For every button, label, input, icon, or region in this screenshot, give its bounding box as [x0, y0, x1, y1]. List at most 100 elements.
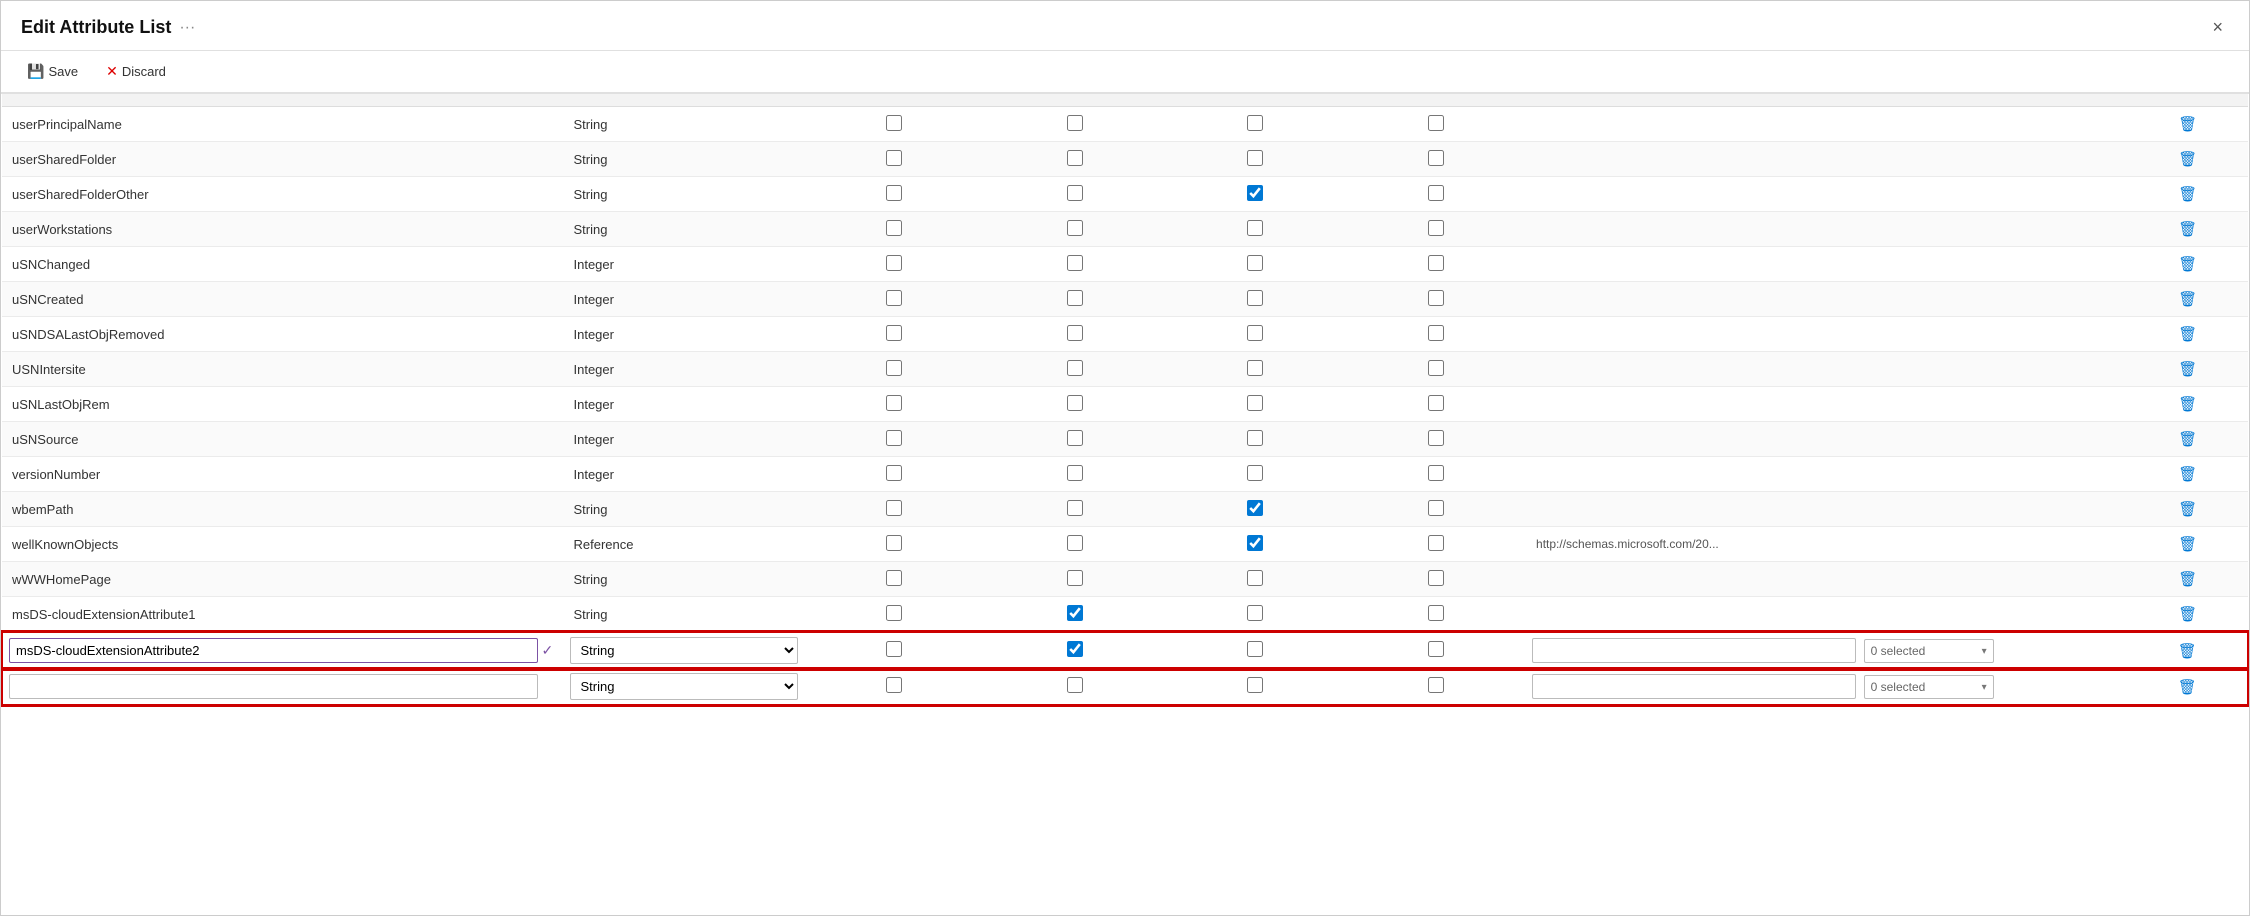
checkbox-col4[interactable]: [1428, 430, 1444, 446]
row-cb2[interactable]: [985, 457, 1165, 492]
ref-input[interactable]: [1532, 674, 1856, 699]
checkbox-col2[interactable]: [1067, 465, 1083, 481]
row-cb4[interactable]: [1346, 597, 1526, 633]
row-cb2[interactable]: [985, 597, 1165, 633]
delete-button[interactable]: 🗑: [2173, 183, 2202, 205]
checkbox-col4[interactable]: [1428, 500, 1444, 516]
checkbox-col3[interactable]: [1247, 570, 1263, 586]
edit-row-name-cell[interactable]: [2, 669, 564, 706]
row-cb3[interactable]: [1165, 527, 1345, 562]
checkbox-col4[interactable]: [1428, 465, 1444, 481]
row-cb2[interactable]: [985, 562, 1165, 597]
checkbox-col2[interactable]: [1067, 185, 1083, 201]
checkbox-col1[interactable]: [886, 430, 902, 446]
checkbox-col4[interactable]: [1428, 605, 1444, 621]
edit-delete-button[interactable]: 🗑: [2173, 640, 2202, 662]
checkbox-col1[interactable]: [886, 465, 902, 481]
row-cb2[interactable]: [985, 317, 1165, 352]
row-cb3[interactable]: [1165, 457, 1345, 492]
checkbox-col4[interactable]: [1428, 220, 1444, 236]
delete-button[interactable]: 🗑: [2173, 288, 2202, 310]
delete-button[interactable]: 🗑: [2173, 603, 2202, 625]
row-cb3[interactable]: [1165, 562, 1345, 597]
edit-row-cb1[interactable]: [804, 669, 984, 706]
row-cb1[interactable]: [804, 457, 984, 492]
delete-button[interactable]: 🗑: [2173, 428, 2202, 450]
checkbox-col4[interactable]: [1428, 150, 1444, 166]
edit-checkbox-col1[interactable]: [886, 641, 902, 657]
checkbox-col3[interactable]: [1247, 255, 1263, 271]
row-cb2[interactable]: [985, 177, 1165, 212]
checkbox-col2[interactable]: [1067, 500, 1083, 516]
checkbox-col1[interactable]: [886, 290, 902, 306]
checkbox-col3[interactable]: [1247, 430, 1263, 446]
save-button[interactable]: 💾 Save: [21, 59, 84, 84]
row-cb2[interactable]: [985, 142, 1165, 177]
edit-checkbox-col2[interactable]: [1067, 677, 1083, 693]
checkbox-col2[interactable]: [1067, 360, 1083, 376]
row-cb2[interactable]: [985, 247, 1165, 282]
edit-row-cb4[interactable]: [1346, 669, 1526, 706]
row-cb4[interactable]: [1346, 142, 1526, 177]
attribute-name-input[interactable]: [9, 674, 538, 699]
checkbox-col3[interactable]: [1247, 115, 1263, 131]
row-cb2[interactable]: [985, 387, 1165, 422]
row-cb3[interactable]: [1165, 107, 1345, 142]
row-cb1[interactable]: [804, 247, 984, 282]
edit-checkbox-col2[interactable]: [1067, 641, 1083, 657]
edit-checkbox-col3[interactable]: [1247, 641, 1263, 657]
row-cb4[interactable]: [1346, 212, 1526, 247]
checkbox-col1[interactable]: [886, 150, 902, 166]
edit-row-type-cell[interactable]: StringIntegerReferenceBooleanDateTimeGui…: [564, 669, 805, 706]
row-cb4[interactable]: [1346, 457, 1526, 492]
row-cb3[interactable]: [1165, 387, 1345, 422]
checkbox-col1[interactable]: [886, 570, 902, 586]
row-cb3[interactable]: [1165, 247, 1345, 282]
checkbox-col3[interactable]: [1247, 220, 1263, 236]
row-cb3[interactable]: [1165, 352, 1345, 387]
delete-button[interactable]: 🗑: [2173, 323, 2202, 345]
delete-button[interactable]: 🗑: [2173, 218, 2202, 240]
row-cb4[interactable]: [1346, 492, 1526, 527]
checkbox-col3[interactable]: [1247, 360, 1263, 376]
delete-button[interactable]: 🗑: [2173, 463, 2202, 485]
row-cb1[interactable]: [804, 177, 984, 212]
checkbox-col1[interactable]: [886, 255, 902, 271]
row-cb4[interactable]: [1346, 177, 1526, 212]
row-cb4[interactable]: [1346, 562, 1526, 597]
edit-row-name-cell[interactable]: ✓: [2, 632, 564, 669]
row-cb1[interactable]: [804, 212, 984, 247]
edit-checkbox-col3[interactable]: [1247, 677, 1263, 693]
checkbox-col3[interactable]: [1247, 605, 1263, 621]
checkbox-col1[interactable]: [886, 395, 902, 411]
selected-dropdown[interactable]: 0 selected ▾: [1864, 639, 1994, 663]
row-cb3[interactable]: [1165, 142, 1345, 177]
row-cb4[interactable]: [1346, 317, 1526, 352]
checkbox-col4[interactable]: [1428, 395, 1444, 411]
delete-button[interactable]: 🗑: [2173, 253, 2202, 275]
checkbox-col3[interactable]: [1247, 535, 1263, 551]
row-cb2[interactable]: [985, 282, 1165, 317]
checkbox-col1[interactable]: [886, 500, 902, 516]
row-cb3[interactable]: [1165, 177, 1345, 212]
checkbox-col1[interactable]: [886, 325, 902, 341]
checkbox-col2[interactable]: [1067, 290, 1083, 306]
edit-row-cb3[interactable]: [1165, 632, 1345, 669]
checkbox-col2[interactable]: [1067, 570, 1083, 586]
edit-delete-button[interactable]: 🗑: [2173, 676, 2202, 698]
checkbox-col3[interactable]: [1247, 290, 1263, 306]
edit-row-cb2[interactable]: [985, 669, 1165, 706]
delete-button[interactable]: 🗑: [2173, 498, 2202, 520]
checkbox-col1[interactable]: [886, 185, 902, 201]
checkbox-col3[interactable]: [1247, 465, 1263, 481]
checkbox-col1[interactable]: [886, 605, 902, 621]
checkbox-col4[interactable]: [1428, 185, 1444, 201]
row-cb2[interactable]: [985, 212, 1165, 247]
edit-row-cb2[interactable]: [985, 632, 1165, 669]
row-cb4[interactable]: [1346, 107, 1526, 142]
edit-row-ref-cell[interactable]: 0 selected ▾: [1526, 669, 2128, 706]
checkbox-col3[interactable]: [1247, 395, 1263, 411]
row-cb2[interactable]: [985, 422, 1165, 457]
delete-button[interactable]: 🗑: [2173, 568, 2202, 590]
row-cb4[interactable]: [1346, 527, 1526, 562]
